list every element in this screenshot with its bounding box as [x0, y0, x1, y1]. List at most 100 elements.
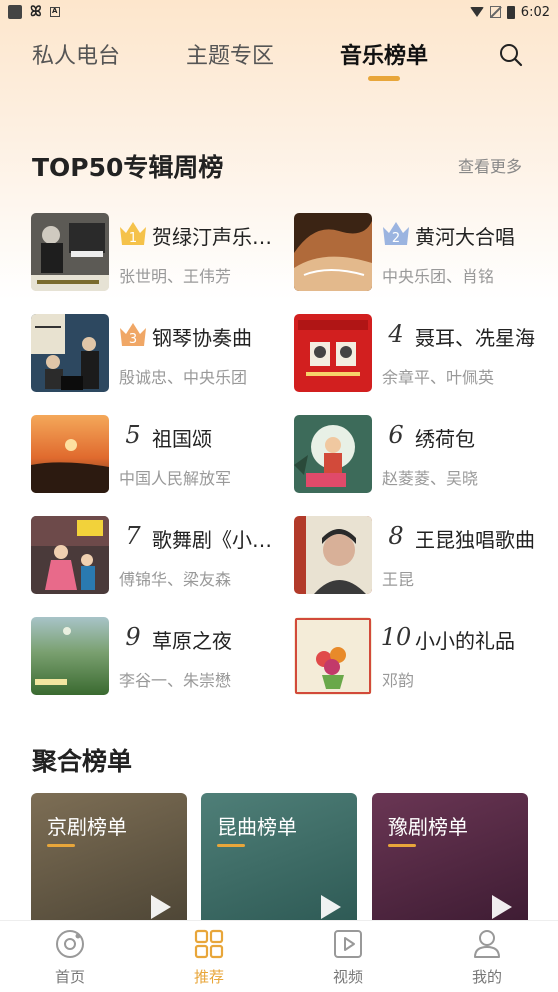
album-cover — [294, 213, 372, 291]
text-icon: A — [49, 7, 60, 17]
album-artist: 赵菱菱、吴晓 — [382, 469, 479, 488]
rank-number: 4 — [388, 320, 404, 348]
album-cover — [294, 314, 372, 392]
album-artist: 张世明、王伟芳 — [119, 267, 232, 286]
album-item[interactable]: 9 草原之夜 李谷一、朱崇懋 — [31, 617, 281, 697]
top-tab-bar: 私人电台 主题专区 音乐榜单 — [0, 32, 558, 88]
nav-recommend[interactable]: 推荐 — [169, 921, 249, 992]
nav-profile[interactable]: 我的 — [447, 921, 527, 992]
nav-label: 我的 — [471, 968, 502, 986]
status-time: 6:02 — [520, 4, 550, 20]
album-item[interactable]: 6 绣荷包 赵菱菱、吴晓 — [294, 415, 544, 495]
aggregate-card-accent — [47, 844, 75, 847]
wifi-icon — [469, 7, 484, 17]
play-icon[interactable] — [151, 895, 171, 919]
section-title-aggregate: 聚合榜单 — [32, 747, 133, 776]
album-item[interactable]: 3 钢琴协奏曲 殷诚忠、中央乐团 — [31, 314, 281, 394]
album-artist: 中央乐团、肖铭 — [382, 267, 495, 286]
album-item[interactable]: 2 黄河大合唱 中央乐团、肖铭 — [294, 213, 544, 293]
album-item[interactable]: 1 贺绿汀声乐作品 张世明、王伟芳 — [31, 213, 282, 293]
aggregate-card-label: 昆曲榜单 — [217, 815, 297, 839]
aggregate-card-yuju[interactable]: 豫剧榜单 — [372, 793, 528, 923]
gold-crown-icon: 1 — [120, 222, 146, 246]
rank-number: 9 — [125, 623, 141, 651]
silver-crown-icon: 2 — [383, 222, 409, 246]
rank-badge: 10 — [380, 621, 412, 653]
rank-number: 7 — [125, 522, 141, 550]
home-icon — [56, 930, 84, 958]
album-item[interactable]: 7 歌舞剧《小二黑结婚》 傅锦华、梁友森 — [31, 516, 282, 596]
play-icon[interactable] — [492, 895, 512, 919]
video-icon — [334, 930, 362, 958]
album-cover — [294, 415, 372, 493]
rank-badge: 2 — [380, 217, 412, 249]
album-item[interactable]: 10 小小的礼品 邓韵 — [294, 617, 544, 697]
status-bar: ꕤ A 6:02 — [0, 0, 558, 24]
rank-badge: 6 — [380, 419, 412, 451]
profile-icon — [474, 930, 500, 958]
nav-video[interactable]: 视频 — [308, 921, 388, 992]
tab-private-radio[interactable]: 私人电台 — [32, 38, 120, 70]
album-item[interactable]: 5 祖国颂 中国人民解放军 — [31, 415, 281, 495]
album-cover — [294, 617, 372, 695]
album-cover — [31, 516, 109, 594]
search-icon[interactable] — [498, 42, 524, 68]
album-artist: 余章平、叶佩英 — [382, 368, 495, 387]
section-title-top50: TOP50专辑周榜 — [32, 153, 224, 182]
album-cover — [294, 516, 372, 594]
no-sim-icon — [489, 6, 501, 18]
aggregate-card-label: 豫剧榜单 — [388, 815, 468, 839]
aggregate-card-label: 京剧榜单 — [47, 815, 127, 839]
album-artist: 李谷一、朱崇懋 — [119, 671, 232, 690]
grid-icon — [194, 929, 224, 959]
album-title: 钢琴协奏曲 — [152, 326, 252, 350]
album-artist: 中国人民解放军 — [119, 469, 232, 488]
nav-label: 推荐 — [193, 968, 224, 986]
album-cover — [31, 617, 109, 695]
aggregate-card-accent — [217, 844, 245, 847]
see-more-link[interactable]: 查看更多 — [458, 153, 522, 177]
tab-music-charts[interactable]: 音乐榜单 — [340, 38, 428, 70]
aggregate-card-accent — [388, 844, 416, 847]
rank-badge: 9 — [117, 621, 149, 653]
rank-badge: 3 — [117, 318, 149, 350]
album-title: 祖国颂 — [152, 427, 212, 451]
album-cover — [31, 415, 109, 493]
album-title: 聂耳、冼星海 — [415, 326, 535, 350]
album-title: 黄河大合唱 — [415, 225, 515, 249]
album-title: 歌舞剧《小二黑结婚》 — [152, 528, 282, 552]
svg-text:3: 3 — [129, 332, 137, 347]
album-artist: 邓韵 — [382, 671, 415, 690]
album-title: 草原之夜 — [152, 629, 232, 653]
album-item[interactable]: 4 聂耳、冼星海 余章平、叶佩英 — [294, 314, 544, 394]
album-cover — [31, 213, 109, 291]
album-artist: 殷诚忠、中央乐团 — [119, 368, 248, 387]
tab-theme-zone[interactable]: 主题专区 — [186, 38, 274, 70]
album-artist: 傅锦华、梁友森 — [119, 570, 232, 589]
svg-text:1: 1 — [129, 231, 137, 246]
rank-badge: 4 — [380, 318, 412, 350]
nav-home[interactable]: 首页 — [30, 921, 110, 992]
rank-badge: 8 — [380, 520, 412, 552]
rank-badge: 5 — [117, 419, 149, 451]
svg-text:2: 2 — [392, 231, 400, 246]
rank-number: 5 — [125, 421, 141, 449]
bottom-navigation: 首页 推荐 视频 我的 — [0, 920, 558, 992]
aggregate-card-kunqu[interactable]: 昆曲榜单 — [201, 793, 357, 923]
bronze-crown-icon: 3 — [120, 323, 146, 347]
active-tab-indicator — [368, 76, 400, 81]
aggregate-card-peking-opera[interactable]: 京剧榜单 — [31, 793, 187, 923]
album-item[interactable]: 8 王昆独唱歌曲 王昆 — [294, 516, 544, 596]
app-notification-icon — [8, 5, 22, 19]
album-title: 贺绿汀声乐作品 — [152, 225, 282, 249]
rank-number: 8 — [388, 522, 404, 550]
rank-number: 10 — [380, 623, 412, 651]
rank-badge: 1 — [117, 217, 149, 249]
album-title: 绣荷包 — [415, 427, 475, 451]
album-title: 小小的礼品 — [415, 629, 515, 653]
album-title: 王昆独唱歌曲 — [415, 528, 535, 552]
bug-icon: ꕤ — [30, 4, 42, 20]
nav-label: 视频 — [332, 968, 363, 986]
battery-icon — [506, 5, 515, 19]
play-icon[interactable] — [321, 895, 341, 919]
